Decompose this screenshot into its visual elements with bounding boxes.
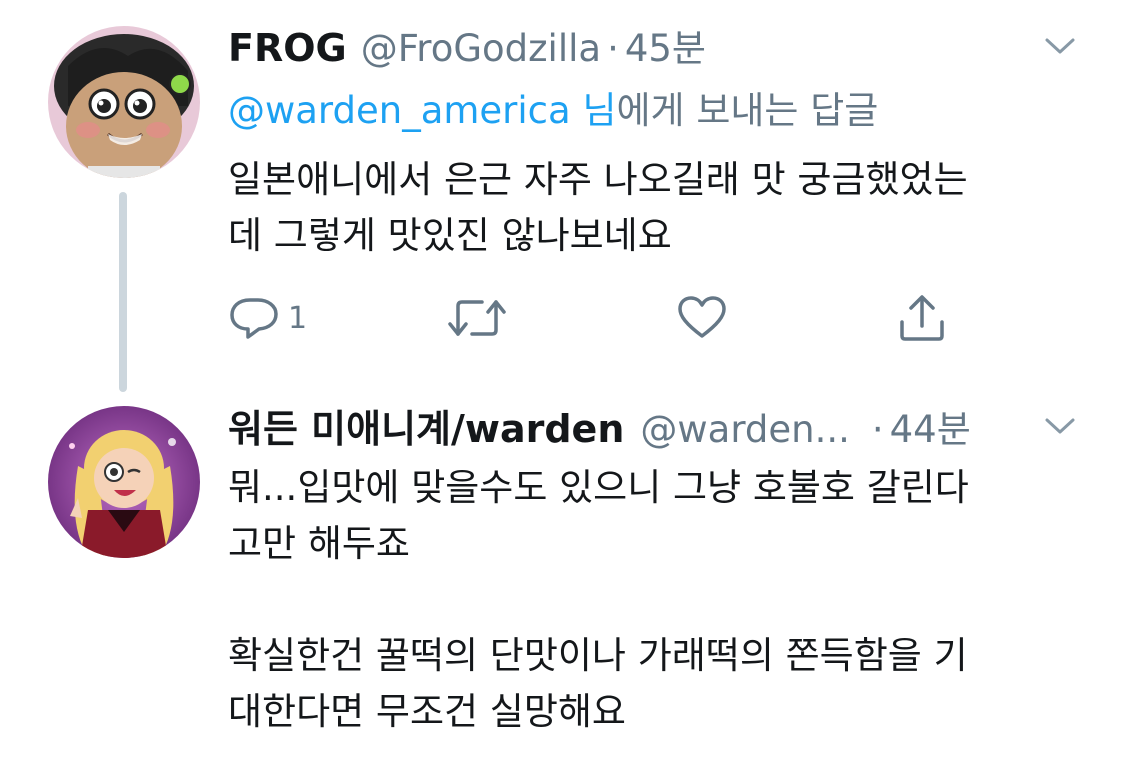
cartoon-girl-avatar-icon [48, 406, 200, 558]
cartoon-frog-avatar-icon [48, 26, 200, 178]
tweet2-text-line: 대한다면 무조건 실망해요 [228, 690, 626, 733]
reply-to-suffix: 에게 보내는 답글 [616, 89, 879, 132]
tweet2-text-line: 뭐...입맛에 맞을수도 있으니 그냥 호불호 갈린다 [228, 466, 969, 509]
retweet-icon [448, 300, 506, 336]
tweet2-author-handle[interactable]: @warden... [640, 408, 849, 451]
heart-icon [678, 296, 726, 338]
tweet1-body: 일본애니에서 은근 자주 나오길래 맛 궁금했었는 데 그렇게 맛있진 않나보네… [228, 152, 1108, 264]
retweet-button[interactable] [446, 288, 508, 348]
tweet2-blank-line [228, 572, 1108, 628]
tweet1-author-handle[interactable]: @FroGodzilla [361, 27, 601, 70]
thread-connector-line [119, 192, 127, 392]
tweet2-separator: · [871, 408, 884, 451]
tweet1-separator: · [607, 27, 619, 70]
reply-count: 1 [288, 300, 308, 336]
tweet1-timestamp[interactable]: 45분 [625, 18, 706, 72]
tweet1-author-name[interactable]: FROG [228, 26, 347, 70]
reply-to-line: @warden_america 님에게 보내는 답글 [228, 80, 878, 134]
chevron-down-icon[interactable] [1044, 416, 1076, 436]
tweet2-text-line: 확실한건 꿀떡의 단맛이나 가래떡의 쫀득함을 기 [228, 634, 968, 677]
tweet2-timestamp[interactable]: 44분 [890, 399, 971, 453]
tweet2-author-name[interactable]: 워든 미애니계/warden [228, 398, 624, 453]
tweet1-header: FROG @FroGodzilla · 45분 [228, 18, 706, 70]
tweet1-text-line: 데 그렇게 맛있진 않나보네요 [228, 214, 672, 257]
tweet2-body: 뭐...입맛에 맞을수도 있으니 그냥 호불호 갈린다 고만 해두죠 확실한건 … [228, 460, 1108, 740]
tweet2-header: 워든 미애니계/warden @warden... · 44분 [228, 398, 971, 451]
chevron-down-icon[interactable] [1044, 36, 1076, 56]
reply-bubble-icon [230, 298, 278, 339]
tweet1-text-line: 일본애니에서 은근 자주 나오길래 맛 궁금했었는 [228, 158, 968, 201]
like-button[interactable] [676, 288, 728, 348]
reply-button[interactable]: 1 [228, 288, 307, 348]
avatar-warden[interactable] [48, 406, 200, 558]
tweet2-text-line: 고만 해두죠 [228, 522, 410, 565]
tweet-thread: FROG @FroGodzilla · 45분 @warden_america … [0, 0, 1124, 768]
reply-to-mention-link[interactable]: @warden_america 님 [228, 89, 617, 132]
avatar-frog[interactable] [48, 26, 200, 178]
share-button[interactable] [896, 288, 948, 348]
share-upload-icon [900, 295, 944, 341]
